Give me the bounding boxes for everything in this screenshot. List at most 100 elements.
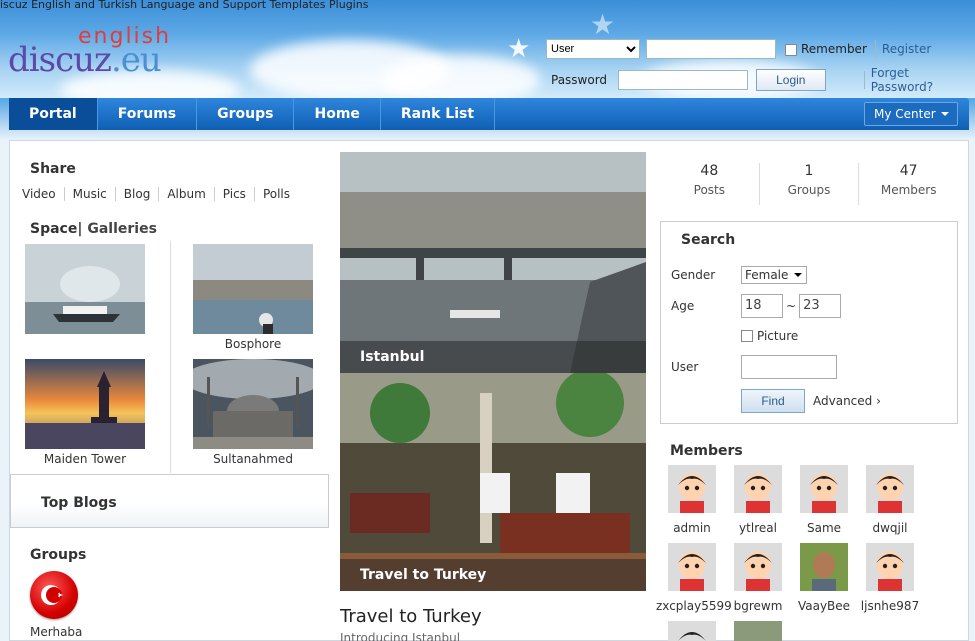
space-galleries-title: Space| Galleries: [30, 221, 157, 237]
member-avatar-photo[interactable]: [800, 543, 848, 591]
member-avatar[interactable]: [866, 543, 914, 591]
star-icon: ★: [507, 34, 531, 64]
share-link-pics[interactable]: Pics: [213, 187, 254, 201]
share-links: Video Music Blog Album Pics Polls: [22, 187, 298, 201]
find-button[interactable]: Find: [741, 389, 805, 413]
share-link-blog[interactable]: Blog: [114, 187, 159, 201]
picture-checkbox[interactable]: [741, 330, 753, 342]
stat-members: 47 Members: [858, 163, 958, 205]
member-name[interactable]: ytlreal: [725, 521, 791, 535]
remember-box[interactable]: [785, 43, 797, 56]
stats-bar: 48 Posts 1 Groups 47 Members: [660, 163, 958, 205]
gallery-thumb-maiden-tower[interactable]: [25, 359, 145, 449]
password-input[interactable]: [617, 70, 748, 90]
password-label: Password: [551, 73, 608, 87]
member-name[interactable]: ljsnhe987: [857, 599, 923, 613]
picture-label: Picture: [757, 329, 799, 343]
groups-title: Groups: [30, 547, 87, 563]
stat-value: 1: [804, 163, 814, 179]
member-name[interactable]: dwqjil: [857, 521, 923, 535]
nav-groups[interactable]: Groups: [197, 98, 295, 130]
age-separator: ~: [786, 299, 797, 313]
site-tagline: iscuz English and Turkish Language and S…: [0, 0, 369, 11]
main-content: Share Video Music Blog Album Pics Polls …: [9, 140, 969, 641]
gender-value: Female: [745, 268, 789, 282]
divider: [863, 71, 865, 89]
nav-forums[interactable]: Forums: [98, 98, 198, 130]
register-link[interactable]: Register: [882, 42, 931, 56]
gallery-caption: Bosphore: [224, 337, 282, 351]
stat-value: 47: [899, 163, 918, 179]
turkey-flag-icon[interactable]: [30, 571, 78, 619]
feature-photo-cafe[interactable]: Travel to Turkey: [340, 373, 646, 591]
remember-checkbox[interactable]: Remember: [785, 42, 867, 56]
logo-ext-text: .eu: [110, 40, 162, 80]
age-from-input[interactable]: 18: [741, 294, 783, 318]
members-title: Members: [670, 443, 743, 459]
member-avatar[interactable]: [866, 465, 914, 513]
stat-posts: 48 Posts: [660, 163, 759, 205]
galleries-title[interactable]: Galleries: [87, 221, 157, 237]
share-link-polls[interactable]: Polls: [253, 187, 298, 201]
star-icon: ★: [590, 8, 616, 41]
divider: [170, 241, 171, 473]
share-link-music[interactable]: Music: [63, 187, 115, 201]
member-avatar[interactable]: [800, 465, 848, 513]
divider: [874, 40, 876, 58]
age-label: Age: [671, 299, 695, 313]
remember-label: Remember: [801, 42, 867, 56]
space-title[interactable]: Space: [30, 221, 77, 237]
article-subtitle: Introducing Istanbul: [340, 631, 461, 641]
stat-groups: 1 Groups: [758, 163, 859, 205]
age-to-input[interactable]: 23: [799, 294, 842, 318]
user-search-input[interactable]: [741, 355, 837, 379]
main-nav: Portal Forums Groups Home Rank List My C…: [9, 98, 969, 130]
gallery-thumb-ship[interactable]: [25, 244, 145, 334]
top-blogs-title: Top Blogs: [41, 495, 117, 511]
chevron-down-icon: [794, 273, 803, 281]
stat-label: Posts: [693, 183, 726, 197]
login-type-select[interactable]: User: [546, 39, 640, 59]
forget-password-link[interactable]: Forget Password?: [871, 66, 975, 94]
header: ★ ★ iscuz English and Turkish Language a…: [0, 0, 975, 98]
my-center-dropdown[interactable]: My Center: [864, 102, 958, 126]
stat-label: Members: [880, 183, 937, 197]
member-avatar-photo[interactable]: [734, 621, 782, 641]
feature-caption: Travel to Turkey: [340, 559, 646, 591]
username-input[interactable]: [646, 39, 776, 59]
search-title: Search: [681, 232, 736, 248]
stat-value: 48: [700, 163, 719, 179]
gallery-thumb-bosphore[interactable]: [193, 244, 313, 334]
member-name[interactable]: Same: [791, 521, 857, 535]
feature-photo-istanbul[interactable]: Istanbul: [340, 152, 646, 373]
logo-wordmark: discuz.eu: [8, 40, 162, 80]
member-name[interactable]: VaayBee: [791, 599, 857, 613]
nav-home[interactable]: Home: [294, 98, 381, 130]
member-avatar[interactable]: [668, 621, 716, 641]
member-name[interactable]: zxcplay5599: [656, 599, 732, 613]
gallery-thumb-sultanahmed[interactable]: [193, 359, 313, 449]
gender-select[interactable]: Female: [741, 266, 808, 284]
member-avatar[interactable]: [668, 465, 716, 513]
group-name[interactable]: Merhaba: [30, 625, 82, 639]
share-title: Share: [30, 161, 76, 177]
member-avatar[interactable]: [734, 465, 782, 513]
gallery-caption: Maiden Tower: [43, 452, 127, 466]
logo-main-text: discuz: [8, 40, 112, 80]
advanced-search-link[interactable]: Advanced ›: [813, 394, 881, 408]
feature-caption: Istanbul: [340, 341, 646, 373]
member-name[interactable]: admin: [659, 521, 725, 535]
share-link-video[interactable]: Video: [22, 187, 64, 201]
nav-rank-list[interactable]: Rank List: [381, 98, 496, 130]
stat-label: Groups: [787, 183, 831, 197]
member-avatar[interactable]: [668, 543, 716, 591]
member-avatar[interactable]: [734, 543, 782, 591]
article-title[interactable]: Travel to Turkey: [340, 606, 482, 627]
share-link-album[interactable]: Album: [158, 187, 213, 201]
login-button[interactable]: Login: [755, 69, 826, 91]
nav-portal[interactable]: Portal: [9, 98, 98, 130]
member-name[interactable]: bgrewm: [725, 599, 791, 613]
gender-label: Gender: [671, 268, 716, 282]
top-blogs-panel: Top Blogs: [10, 474, 329, 528]
user-label: User: [671, 360, 699, 374]
